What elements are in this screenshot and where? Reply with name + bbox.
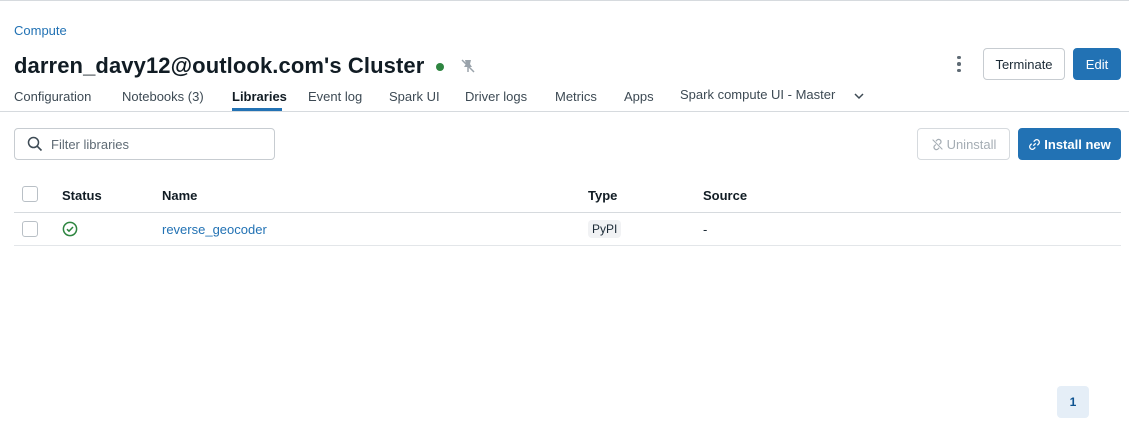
edit-button[interactable]: Edit [1073, 48, 1121, 80]
pagination-page-1[interactable]: 1 [1057, 386, 1089, 418]
library-name-link[interactable]: reverse_geocoder [162, 222, 267, 237]
breadcrumb-compute[interactable]: Compute [14, 23, 67, 38]
filter-libraries-search[interactable] [14, 128, 275, 160]
kebab-menu-icon[interactable] [949, 54, 969, 74]
terminate-button[interactable]: Terminate [983, 48, 1065, 80]
search-input[interactable] [51, 136, 271, 152]
table-header: Status Name Type Source [14, 178, 1121, 213]
active-tab-indicator [232, 108, 282, 111]
table-row: reverse_geocoder PyPI - [14, 213, 1121, 246]
uninstall-button[interactable]: Uninstall [917, 128, 1010, 160]
tab-configuration[interactable]: Configuration [14, 89, 91, 104]
install-new-button[interactable]: Install new [1018, 128, 1121, 160]
column-header-name[interactable]: Name [162, 188, 197, 203]
check-circle-icon [62, 221, 78, 240]
library-source: - [703, 222, 708, 237]
column-header-type[interactable]: Type [588, 188, 617, 203]
cluster-tabs: Configuration Notebooks (3) Libraries Ev… [0, 86, 1129, 112]
link-icon [1029, 138, 1041, 150]
pin-off-icon[interactable] [460, 58, 476, 74]
libraries-table: Status Name Type Source reverse_geocoder… [14, 178, 1121, 246]
tab-libraries[interactable]: Libraries [232, 89, 287, 104]
tab-apps[interactable]: Apps [624, 89, 654, 104]
install-new-label: Install new [1044, 136, 1111, 152]
page-title: darren_davy12@outlook.com's Cluster [14, 53, 425, 78]
tab-notebooks[interactable]: Notebooks (3) [122, 89, 204, 104]
unlink-icon [931, 138, 943, 150]
column-header-source[interactable]: Source [703, 188, 747, 203]
running-status-dot [436, 63, 445, 71]
uninstall-label: Uninstall [946, 136, 997, 152]
tab-driver-logs[interactable]: Driver logs [465, 89, 527, 104]
top-border [0, 0, 1129, 4]
tab-metrics[interactable]: Metrics [555, 89, 597, 104]
column-header-status[interactable]: Status [62, 188, 102, 203]
tab-spark-compute-ui[interactable]: Spark compute UI - Master [680, 87, 835, 102]
tab-spark-ui[interactable]: Spark UI [389, 89, 440, 104]
search-icon [27, 136, 43, 152]
chevron-down-icon[interactable] [854, 92, 864, 100]
select-all-checkbox[interactable] [22, 186, 38, 202]
tab-event-log[interactable]: Event log [308, 89, 362, 104]
row-checkbox[interactable] [22, 221, 38, 237]
library-type-badge: PyPI [588, 220, 622, 238]
title-row: darren_davy12@outlook.com's Cluster [14, 51, 476, 81]
